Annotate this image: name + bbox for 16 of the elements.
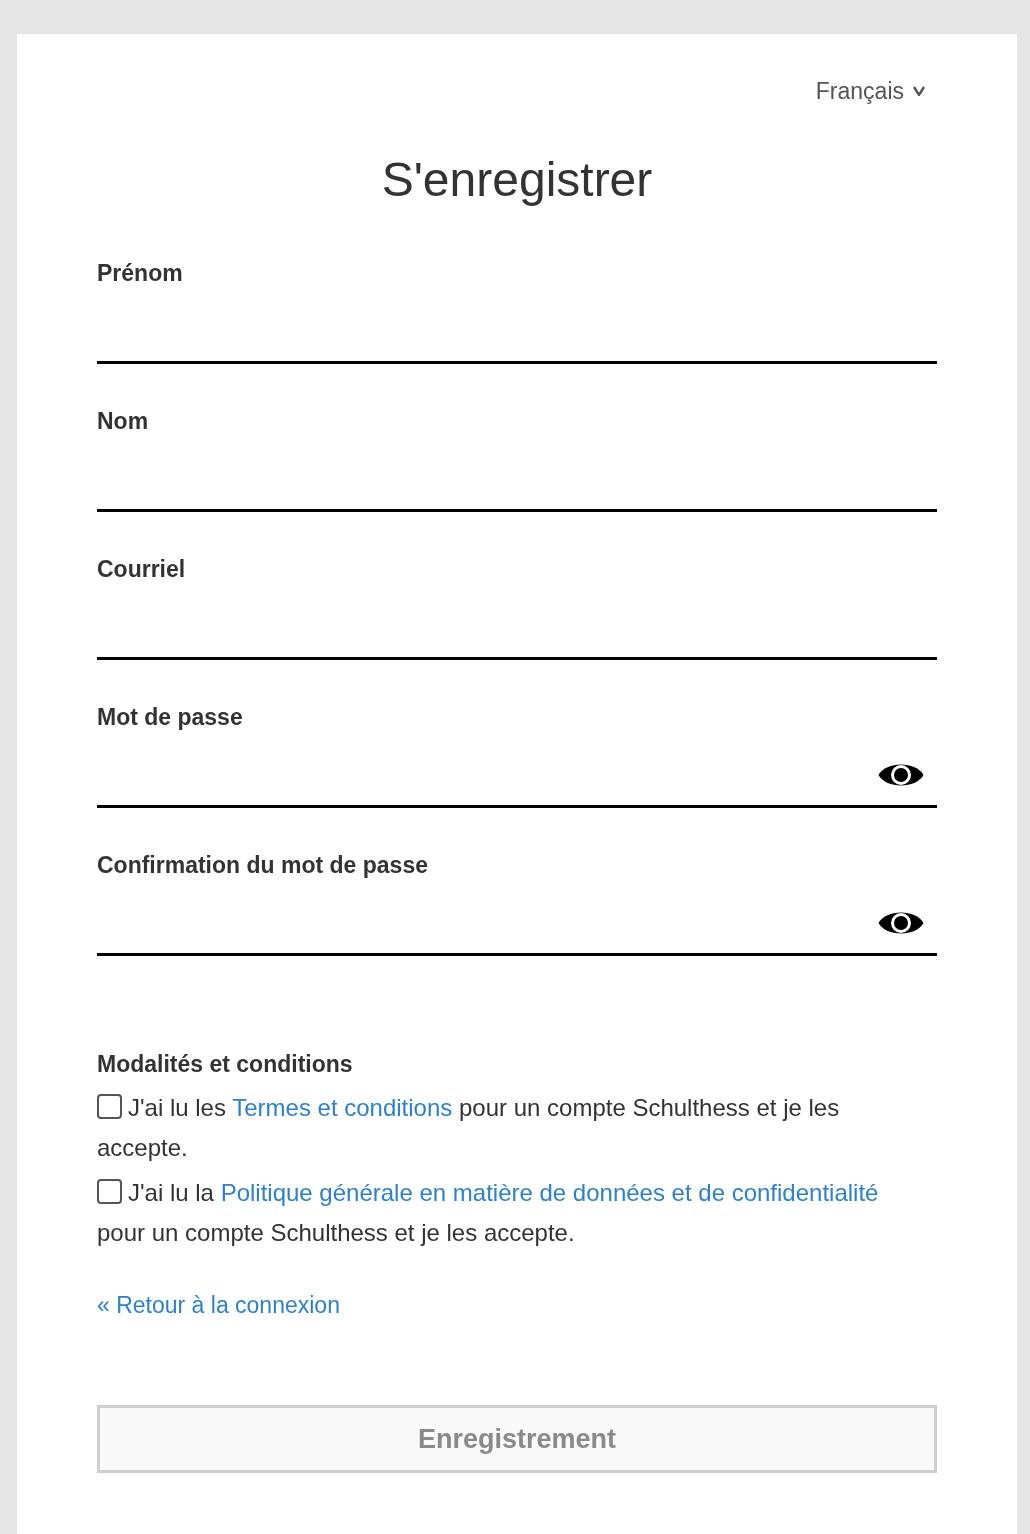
- language-selector[interactable]: Français: [815, 74, 925, 108]
- terms-heading: Modalités et conditions: [97, 1050, 354, 1079]
- terms-link[interactable]: Termes et conditions: [232, 1094, 453, 1121]
- terms-text: J'ai lu la Politique générale en matière de données et de confidentialité pour un compte Schulthess et je les accepte.: [97, 1178, 880, 1248]
- field-label: Mot de passe: [97, 703, 243, 732]
- checkbox[interactable]: [97, 1094, 122, 1119]
- field-label: Nom: [97, 407, 149, 436]
- terms-text: J'ai lu les Termes et conditions pour un compte Schulthess et je les accepte.: [97, 1093, 841, 1163]
- back-link[interactable]: « Retour à la connexion: [97, 1289, 340, 1321]
- field-label: Confirmation du mot de passe: [97, 851, 428, 880]
- page-title: S'enregistrer: [380, 152, 654, 208]
- field-label: Prénom: [97, 259, 183, 288]
- field-label: Courriel: [97, 555, 186, 584]
- caret-icon: [913, 86, 925, 96]
- checkbox[interactable]: [97, 1179, 122, 1204]
- terms-link[interactable]: Politique générale en matière de données et de confidentialité: [220, 1179, 879, 1206]
